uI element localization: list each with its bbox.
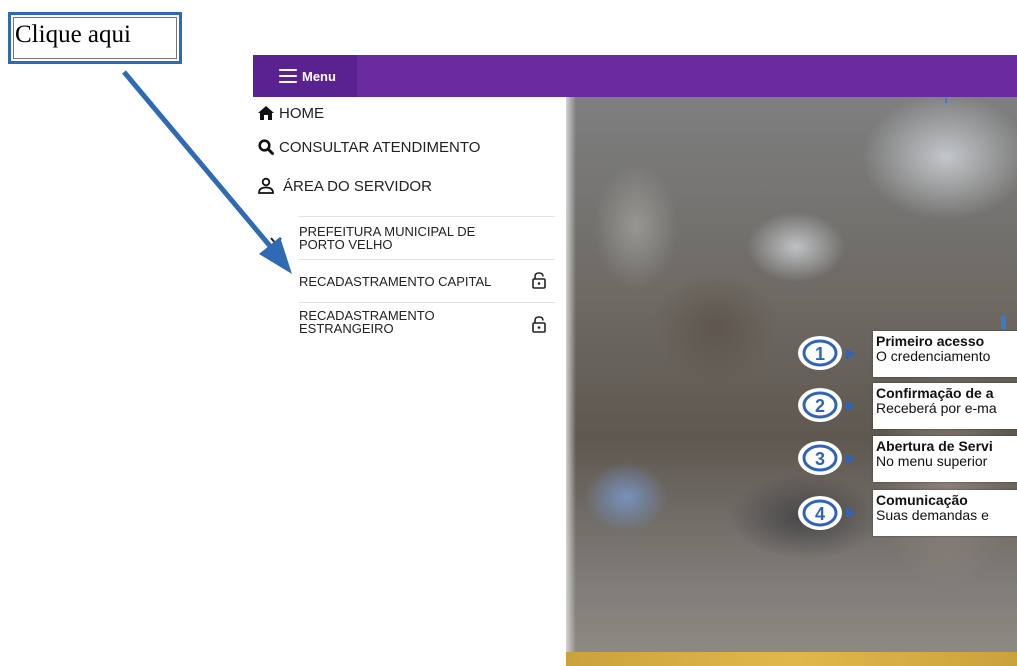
step-card: Abertura de Servi No menu superior — [873, 436, 1017, 482]
nav-consultar-label: CONSULTAR ATENDIMENTO — [279, 138, 481, 156]
submenu-group-prefeitura[interactable]: PREFEITURA MUNICIPAL DE PORTO VELHO — [299, 216, 555, 260]
home-icon — [258, 106, 274, 120]
nav-area-servidor[interactable]: ÁREA DO SERVIDOR — [257, 177, 432, 195]
submenu-item-recadastramento-capital[interactable]: RECADASTRAMENTO CAPITAL — [299, 259, 555, 303]
callout-text: Clique aqui — [15, 21, 131, 48]
step-description: No menu superior — [876, 453, 988, 469]
nav-home[interactable]: HOME — [257, 104, 324, 122]
nav-consultar-atendimento[interactable]: CONSULTAR ATENDIMENTO — [257, 138, 480, 156]
hero-marker — [1001, 316, 1006, 329]
lock-icon — [532, 316, 546, 333]
nav-area-servidor-label: ÁREA DO SERVIDOR — [283, 177, 432, 195]
step-title: Primeiro acesso — [876, 333, 985, 349]
svg-text:1: 1 — [815, 344, 825, 364]
nav-home-label: HOME — [279, 104, 324, 122]
submenu-group-label: PREFEITURA MUNICIPAL DE PORTO VELHO — [299, 224, 476, 252]
step-description: Receberá por e-ma — [876, 400, 997, 416]
step-card: Confirmação de a Receberá por e-ma — [873, 383, 1017, 429]
step-title: Confirmação de a — [876, 385, 994, 401]
background-image — [566, 97, 1017, 666]
hamburger-icon — [279, 69, 297, 83]
step-pointer — [846, 401, 855, 411]
step-description: O credenciamento — [876, 348, 991, 364]
hero-bottom-band — [566, 652, 1017, 666]
step-number-icon: 4 — [798, 496, 842, 530]
chevron-down-icon[interactable] — [270, 236, 282, 246]
step-title: Abertura de Servi — [876, 438, 993, 454]
sidebar-menu: HOME CONSULTAR ATENDIMENTO ÁREA DO SERVI… — [253, 97, 566, 666]
person-icon — [258, 177, 274, 194]
annotation-callout: Clique aqui — [8, 12, 182, 64]
svg-text:2: 2 — [815, 396, 825, 416]
step-title: Comunicação — [876, 492, 968, 508]
hero-tick — [945, 98, 947, 103]
hero-edge — [566, 97, 576, 666]
top-navbar: Menu — [253, 55, 1017, 97]
step-number-icon: 1 — [798, 336, 842, 370]
submenu-item-label: RECADASTRAMENTO ESTRANGEIRO — [299, 308, 435, 336]
step-card: Comunicação Suas demandas e — [873, 490, 1017, 536]
search-icon — [258, 139, 274, 155]
step-card: Primeiro acesso O credenciamento — [873, 331, 1017, 377]
step-pointer — [846, 454, 855, 464]
submenu-item-recadastramento-estrangeiro[interactable]: RECADASTRAMENTO ESTRANGEIRO — [299, 302, 555, 351]
step-number-icon: 3 — [798, 441, 842, 475]
step-pointer — [846, 349, 855, 359]
menu-button[interactable]: Menu — [253, 55, 357, 97]
submenu-item-label: RECADASTRAMENTO CAPITAL — [299, 274, 492, 289]
lock-icon — [532, 272, 546, 289]
svg-text:3: 3 — [815, 449, 825, 469]
step-description: Suas demandas e — [876, 507, 989, 523]
menu-label: Menu — [302, 68, 336, 84]
step-number-icon: 2 — [798, 388, 842, 422]
svg-text:4: 4 — [815, 504, 825, 524]
step-pointer — [846, 508, 855, 518]
